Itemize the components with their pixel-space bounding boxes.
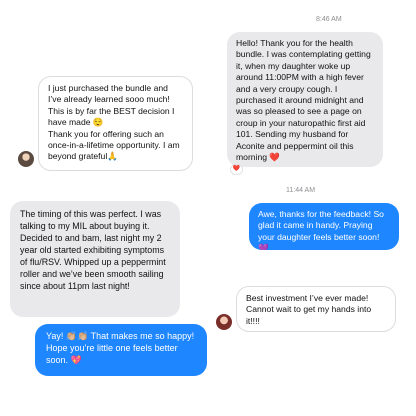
heart-reaction[interactable]: ❤️ — [230, 164, 243, 175]
timestamp-midday: 11:44 AM — [286, 187, 316, 194]
message-bubble-reply-feedback[interactable]: Awe, thanks for the feedback! So glad it… — [249, 203, 399, 250]
avatar — [18, 151, 34, 167]
message-bubble-health-bundle[interactable]: Hello! Thank you for the health bundle. … — [227, 32, 383, 167]
message-bubble-purchased-bundle[interactable]: I just purchased the bundle and I’ve alr… — [38, 76, 193, 171]
message-bubble-timing-perfect[interactable]: The timing of this was perfect. I was ta… — [10, 201, 180, 317]
avatar — [216, 314, 232, 330]
timestamp-morning: 8:46 AM — [316, 16, 342, 23]
message-bubble-best-investment[interactable]: Best investment I’ve ever made! Cannot w… — [236, 286, 396, 332]
message-bubble-reply-yay[interactable]: Yay! 👏🏼👏🏼 That makes me so happy! Hope y… — [35, 324, 207, 376]
